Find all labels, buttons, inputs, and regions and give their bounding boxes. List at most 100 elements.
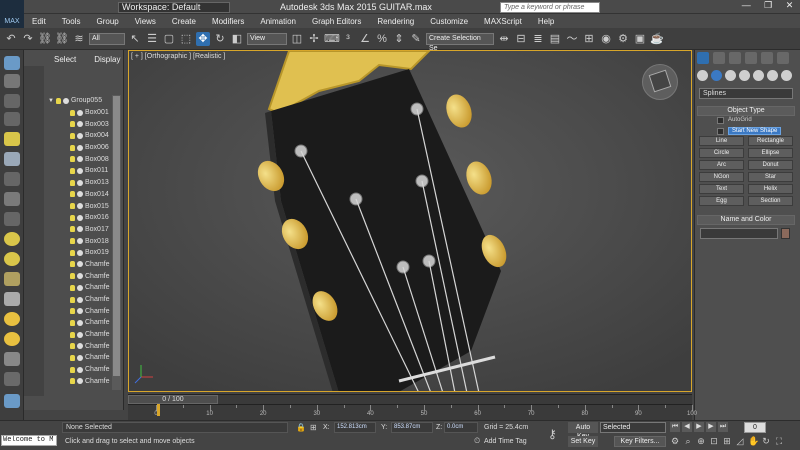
- percent-snap-icon[interactable]: %: [375, 32, 389, 46]
- object-color-swatch[interactable]: [781, 228, 790, 239]
- mirror-icon[interactable]: ⇹: [497, 32, 511, 46]
- app-logo-button[interactable]: MAX: [0, 0, 24, 30]
- biped-icon[interactable]: [4, 394, 20, 408]
- keyboard-shortcut-override-icon[interactable]: ⌨: [324, 32, 340, 46]
- autogrid-checkbox[interactable]: [717, 117, 724, 124]
- menu-views[interactable]: Views: [127, 17, 164, 26]
- scene-tree-item[interactable]: Box017: [48, 224, 110, 236]
- add-time-tag-button[interactable]: Add Time Tag: [484, 438, 527, 445]
- visibility-bulb-icon[interactable]: [70, 179, 75, 186]
- visibility-bulb-icon[interactable]: [70, 109, 75, 116]
- menu-animation[interactable]: Animation: [252, 17, 304, 26]
- visibility-bulb-icon[interactable]: [70, 238, 75, 245]
- scene-tree-item[interactable]: Box014: [48, 189, 110, 201]
- object-name-field[interactable]: [700, 228, 778, 239]
- previous-frame-icon[interactable]: ◀: [682, 422, 692, 432]
- rectangle-button[interactable]: Rectangle: [748, 136, 793, 146]
- toolbar-icon-1[interactable]: [4, 94, 20, 108]
- scene-tree-item[interactable]: Box001: [48, 107, 110, 119]
- scene-tree-item[interactable]: Box004: [48, 130, 110, 142]
- visibility-bulb-icon[interactable]: [70, 121, 75, 128]
- scene-tree-item[interactable]: Chamfe: [48, 340, 110, 352]
- scene-tree-item[interactable]: Chamfe: [48, 376, 110, 388]
- link-icon[interactable]: ⛓: [38, 32, 52, 46]
- scene-tree-item[interactable]: Box015: [48, 200, 110, 212]
- visibility-bulb-icon[interactable]: [70, 331, 75, 338]
- teapot-icon[interactable]: [4, 272, 20, 286]
- visibility-bulb-icon[interactable]: [70, 261, 75, 268]
- manipulate-icon[interactable]: ✢: [307, 32, 321, 46]
- viewport-label[interactable]: [ + ] [Orthographic ] [Realistic ]: [131, 53, 225, 60]
- pflow-icon[interactable]: [4, 372, 20, 386]
- name-and-color-rollout[interactable]: Name and Color: [697, 215, 795, 225]
- menu-maxscript[interactable]: MAXScript: [476, 17, 530, 26]
- menu-group[interactable]: Group: [88, 17, 126, 26]
- text-button[interactable]: Text: [699, 184, 744, 194]
- close-button[interactable]: ✕: [786, 0, 794, 14]
- modify-tab-icon[interactable]: [713, 52, 725, 64]
- key-mode-dropdown[interactable]: Selected: [600, 422, 666, 433]
- redo-icon[interactable]: ↷: [21, 32, 35, 46]
- scene-tree-item[interactable]: Box008: [48, 153, 110, 165]
- visibility-bulb-icon[interactable]: [55, 97, 61, 104]
- visibility-bulb-icon[interactable]: [70, 144, 75, 151]
- menu-tools[interactable]: Tools: [54, 17, 89, 26]
- track-bar[interactable]: 0 10 20 30 40 50 60 70 80 90 100: [128, 404, 697, 420]
- visibility-bulb-icon[interactable]: [70, 132, 75, 139]
- go-to-start-icon[interactable]: ⏮: [670, 422, 680, 432]
- menu-help[interactable]: Help: [530, 17, 562, 26]
- render-production-icon[interactable]: ☕: [650, 32, 664, 46]
- spinner-snap-icon[interactable]: ⇕: [392, 32, 406, 46]
- render-setup-icon[interactable]: ⚙: [616, 32, 630, 46]
- toolbar-icon-2[interactable]: [4, 112, 20, 126]
- workspace-dropdown[interactable]: Workspace: Default: [118, 2, 230, 13]
- scene-tree-item[interactable]: Box003: [48, 118, 110, 130]
- angle-snap-icon[interactable]: ∠: [358, 32, 372, 46]
- scene-tree-item[interactable]: Box018: [48, 235, 110, 247]
- selection-filter-dropdown[interactable]: All: [89, 32, 125, 45]
- search-input[interactable]: Type a keyword or phrase: [500, 2, 600, 13]
- select-and-move-icon[interactable]: ✥: [196, 31, 210, 46]
- menu-graph-editors[interactable]: Graph Editors: [304, 17, 369, 26]
- material-editor-icon[interactable]: ◉: [599, 32, 613, 46]
- viewport[interactable]: [128, 50, 692, 392]
- geometry-icon[interactable]: [697, 70, 708, 81]
- scene-explorer-icon[interactable]: [4, 56, 20, 70]
- tab-select[interactable]: Select: [54, 55, 76, 64]
- system-icon[interactable]: [4, 212, 20, 226]
- layer-manager-icon[interactable]: ≣: [531, 32, 545, 46]
- undo-icon[interactable]: ↶: [4, 32, 18, 46]
- lock-selection-icon[interactable]: 🔒: [296, 423, 306, 432]
- scene-tree-item[interactable]: ▼ Group055: [48, 95, 110, 107]
- space-warps-icon[interactable]: [767, 70, 778, 81]
- cone-icon[interactable]: [4, 292, 20, 306]
- time-slider-thumb[interactable]: 0 / 100: [128, 395, 218, 404]
- curve-editor-icon[interactable]: 〜: [565, 32, 579, 46]
- reference-coordinate-dropdown[interactable]: View: [247, 32, 287, 45]
- egg-button[interactable]: Egg: [699, 196, 744, 206]
- bind-space-warp-icon[interactable]: ≋: [72, 32, 86, 46]
- scene-tree-item[interactable]: Chamfe: [48, 329, 110, 341]
- set-key-button[interactable]: Set Key: [568, 436, 598, 447]
- geosphere-icon[interactable]: [4, 252, 20, 266]
- create-tab-icon[interactable]: [697, 52, 709, 64]
- particle-icon[interactable]: [4, 352, 20, 366]
- absolute-mode-icon[interactable]: ⊞: [310, 423, 317, 432]
- align-icon[interactable]: ⊟: [514, 32, 528, 46]
- pivot-center-icon[interactable]: ◫: [290, 32, 304, 46]
- scene-tree-item[interactable]: Chamfe: [48, 259, 110, 271]
- auto-key-button[interactable]: Auto Key: [568, 422, 598, 440]
- visibility-bulb-icon[interactable]: [70, 319, 75, 326]
- x-coordinate-field[interactable]: 152.813cm: [334, 422, 376, 433]
- select-and-scale-icon[interactable]: ◧: [230, 32, 244, 46]
- arc-button[interactable]: Arc: [699, 160, 744, 170]
- helix-button[interactable]: Helix: [748, 184, 793, 194]
- layer-explorer-icon[interactable]: [4, 74, 20, 88]
- ngon-button[interactable]: NGon: [699, 172, 744, 182]
- orbit-icon[interactable]: ↻: [761, 436, 771, 446]
- ellipse-button[interactable]: Ellipse: [748, 148, 793, 158]
- visibility-bulb-icon[interactable]: [70, 226, 75, 233]
- systems-icon[interactable]: [781, 70, 792, 81]
- helpers-icon[interactable]: [753, 70, 764, 81]
- menu-rendering[interactable]: Rendering: [369, 17, 422, 26]
